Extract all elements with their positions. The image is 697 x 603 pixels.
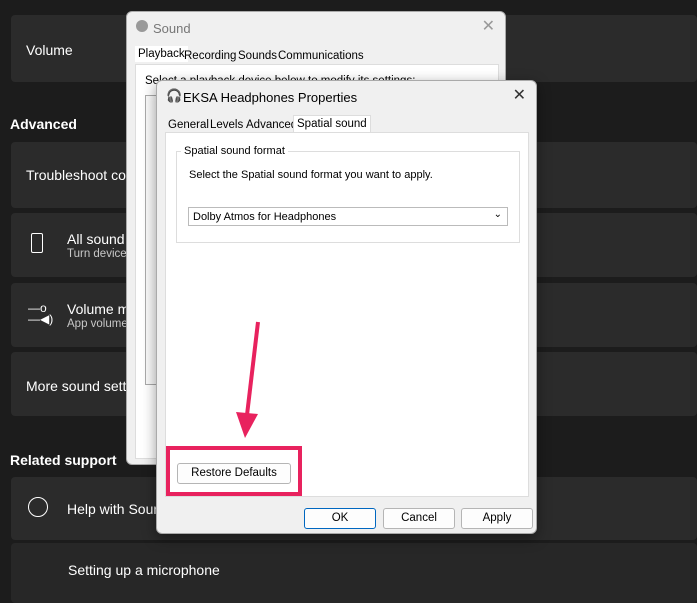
cancel-button[interactable]: Cancel	[383, 508, 455, 529]
apply-button[interactable]: Apply	[461, 508, 533, 529]
tab-advanced[interactable]: Advanced	[243, 117, 300, 133]
format-dropdown[interactable]: Dolby Atmos for Headphones ⌄	[188, 207, 508, 226]
tab-spatial-sound[interactable]: Spatial sound	[293, 115, 371, 132]
tab-recording[interactable]: Recording	[181, 48, 239, 64]
microphone-label: Setting up a microphone	[68, 562, 220, 578]
sound-icon	[136, 20, 148, 32]
tab-playback[interactable]: Playback	[135, 46, 188, 62]
chevron-down-icon: ⌄	[493, 209, 502, 220]
volume-label: Volume	[26, 42, 73, 58]
tab-levels[interactable]: Levels	[207, 117, 246, 133]
close-icon[interactable]: ✕	[513, 85, 526, 105]
format-value: Dolby Atmos for Headphones	[193, 211, 337, 223]
group-label: Spatial sound format	[181, 145, 288, 157]
tab-sounds[interactable]: Sounds	[235, 48, 280, 64]
sound-dialog-title: Sound	[153, 21, 191, 36]
help-sound-label: Help with Sound	[67, 501, 169, 517]
speaker-icon	[31, 233, 43, 253]
highlight-box	[166, 446, 302, 496]
headphones-icon: 🎧	[166, 88, 183, 103]
ok-button[interactable]: OK	[304, 508, 376, 529]
mixer-icon: —o —◀)	[28, 301, 54, 326]
globe-icon	[28, 497, 48, 517]
format-group	[176, 151, 520, 243]
microphone-link[interactable]: Setting up a microphone	[11, 543, 697, 603]
tab-general[interactable]: General	[165, 117, 212, 133]
spatial-panel: Spatial sound format Select the Spatial …	[165, 132, 529, 497]
format-instruction: Select the Spatial sound format you want…	[189, 169, 433, 181]
tab-communications[interactable]: Communications	[275, 48, 367, 64]
advanced-heading: Advanced	[10, 116, 77, 132]
properties-title: EKSA Headphones Properties	[183, 90, 358, 105]
close-icon[interactable]: ✕	[482, 16, 495, 36]
related-support-heading: Related support	[10, 452, 117, 468]
